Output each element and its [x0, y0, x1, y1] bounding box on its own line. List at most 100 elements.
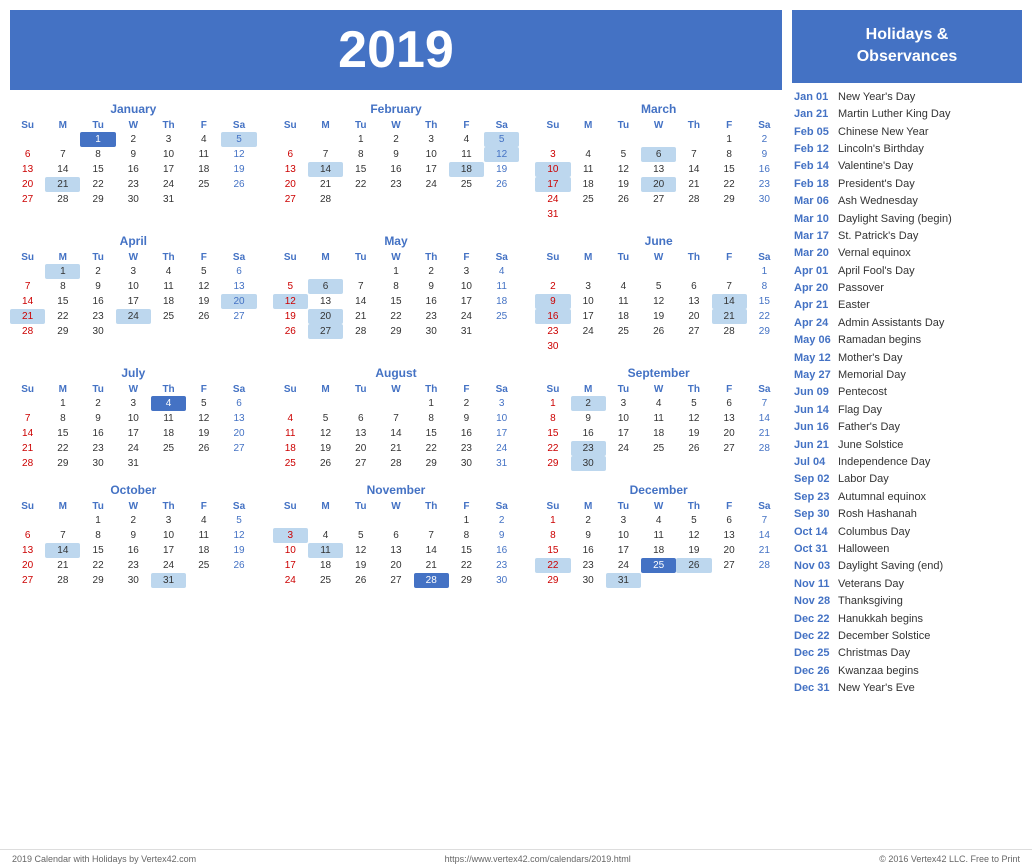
calendar-day: 3: [606, 396, 641, 411]
day-header: Su: [535, 500, 570, 513]
calendar-day: 4: [186, 132, 221, 147]
calendar-day: 2: [571, 513, 606, 528]
calendar-day: 19: [676, 426, 711, 441]
calendar-day: 11: [186, 528, 221, 543]
holiday-date: Jun 09: [794, 385, 834, 400]
calendar-day: [747, 573, 782, 588]
month-title: June: [535, 234, 782, 248]
calendar-day: 17: [151, 543, 186, 558]
calendar-day: 4: [641, 396, 676, 411]
calendar-day: [641, 339, 676, 354]
holiday-name: Independence Day: [838, 455, 930, 470]
calendar-day: 10: [116, 279, 151, 294]
day-header: Th: [151, 251, 186, 264]
calendar-day: 15: [378, 294, 413, 309]
calendar-day: 1: [535, 396, 570, 411]
calendar-day: 2: [535, 279, 570, 294]
day-header: F: [186, 383, 221, 396]
holiday-date: Apr 21: [794, 298, 834, 313]
calendar-day: 9: [116, 528, 151, 543]
month-february: FebruarySuMTuWThFSa123456789101112131415…: [273, 102, 520, 222]
calendar-day: 17: [535, 177, 570, 192]
calendar-day: 26: [221, 558, 256, 573]
calendar-day: 12: [273, 294, 308, 309]
calendar-day: 25: [449, 177, 484, 192]
calendar-day: 1: [45, 396, 80, 411]
calendar-day: 1: [45, 264, 80, 279]
month-title: January: [10, 102, 257, 116]
calendar-day: 7: [308, 147, 343, 162]
calendar-day: 15: [414, 426, 449, 441]
day-header: Tu: [80, 500, 115, 513]
calendar-day: [343, 192, 378, 207]
calendar-day: 28: [45, 192, 80, 207]
calendar-day: 13: [10, 162, 45, 177]
calendar-day: 23: [414, 309, 449, 324]
calendar-day: 21: [747, 426, 782, 441]
day-header: Th: [151, 119, 186, 132]
holiday-date: Sep 23: [794, 490, 834, 505]
month-july: JulySuMTuWThFSa1234567891011121314151617…: [10, 366, 257, 471]
calendar-day: [343, 513, 378, 528]
holiday-date: Jun 21: [794, 438, 834, 453]
calendar-day: 9: [535, 294, 570, 309]
month-title: July: [10, 366, 257, 380]
calendar-day: 24: [414, 177, 449, 192]
calendar-day: 1: [80, 132, 115, 147]
calendar-day: [308, 513, 343, 528]
calendar-day: 5: [308, 411, 343, 426]
months-grid: January SuMTuWThFSa1234567891011121314151…: [10, 102, 782, 588]
calendar-day: 20: [273, 177, 308, 192]
calendar-day: 7: [676, 147, 711, 162]
calendar-day: 8: [80, 147, 115, 162]
day-header: W: [641, 119, 676, 132]
month-december: DecemberSuMTuWThFSa123456789101112131415…: [535, 483, 782, 588]
holiday-name: Admin Assistants Day: [838, 316, 944, 331]
calendar-day: 25: [186, 177, 221, 192]
calendar-day: 27: [343, 456, 378, 471]
calendar-day: [747, 207, 782, 222]
calendar-day: 23: [747, 177, 782, 192]
calendar-day: 8: [712, 147, 747, 162]
calendar-day: 25: [186, 558, 221, 573]
holiday-date: May 06: [794, 333, 834, 348]
day-header: Th: [676, 119, 711, 132]
day-header: W: [116, 251, 151, 264]
day-header: Sa: [484, 119, 519, 132]
month-table: SuMTuWThFSa12345678910111213141516171819…: [535, 500, 782, 588]
calendar-day: [676, 456, 711, 471]
calendar-day: 7: [45, 528, 80, 543]
day-header: Tu: [606, 383, 641, 396]
calendar-day: 10: [484, 411, 519, 426]
day-header: Sa: [747, 383, 782, 396]
calendar-day: 8: [45, 411, 80, 426]
holiday-date: Feb 18: [794, 177, 834, 192]
holiday-date: Jan 21: [794, 107, 834, 122]
calendar-day: 1: [535, 513, 570, 528]
calendar-day: 16: [484, 543, 519, 558]
calendar-day: 5: [343, 528, 378, 543]
calendar-day: [221, 573, 256, 588]
holiday-date: Dec 31: [794, 681, 834, 696]
month-august: AugustSuMTuWThFSa12345678910111213141516…: [273, 366, 520, 471]
day-header: Th: [414, 251, 449, 264]
day-header: Tu: [80, 119, 115, 132]
calendar-day: 5: [221, 132, 256, 147]
calendar-day: 29: [80, 192, 115, 207]
holiday-date: Apr 01: [794, 264, 834, 279]
day-header: Th: [414, 119, 449, 132]
calendar-day: 17: [571, 309, 606, 324]
holiday-name: Vernal equinox: [838, 246, 911, 261]
holiday-date: May 27: [794, 368, 834, 383]
calendar-day: 4: [571, 147, 606, 162]
calendar-day: 11: [571, 162, 606, 177]
calendar-day: 12: [606, 162, 641, 177]
calendar-day: 12: [221, 147, 256, 162]
holiday-date: Apr 24: [794, 316, 834, 331]
footer: 2019 Calendar with Holidays by Vertex42.…: [0, 849, 1032, 868]
holiday-name: Thanksgiving: [838, 594, 903, 609]
calendar-day: 9: [449, 411, 484, 426]
calendar-day: 15: [449, 543, 484, 558]
calendar-day: 23: [80, 309, 115, 324]
calendar-day: 15: [712, 162, 747, 177]
